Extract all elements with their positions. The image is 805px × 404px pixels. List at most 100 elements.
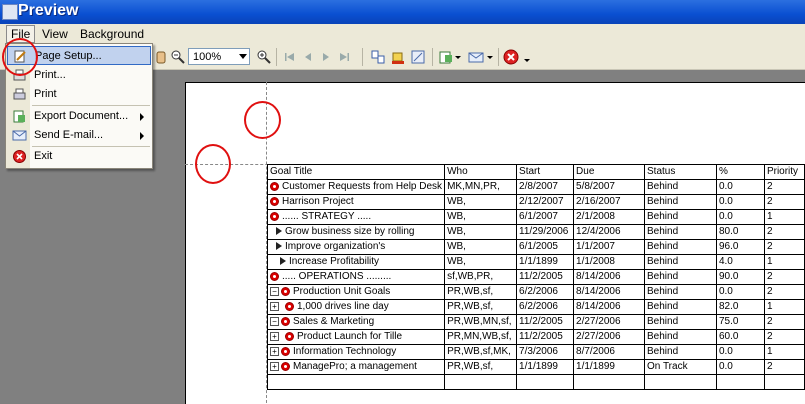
menu-item-label: Print — [34, 88, 57, 100]
toolbar-separator — [432, 48, 433, 66]
column-header: Start — [516, 164, 575, 180]
menu-item-print[interactable]: Print — [7, 85, 151, 104]
collapse-icon[interactable]: − — [270, 286, 279, 296]
subgoal-arrow-icon — [276, 242, 282, 251]
expand-icon[interactable]: + — [270, 331, 279, 341]
export-icon[interactable] — [438, 49, 454, 65]
title-bar: Preview — [0, 0, 805, 24]
table-row: Harrison Project WB, 2/12/2007 2/16/2007 Beh… — [266, 194, 805, 210]
zoom-out-icon[interactable] — [170, 49, 186, 65]
cell-start: 11/2/2005 — [516, 314, 575, 330]
cell-goal: ...... STRATEGY ..... — [266, 209, 446, 225]
menu-item-label: Export Document... — [34, 110, 129, 122]
cell-due: 8/14/2006 — [573, 299, 645, 315]
cell-who: WB, — [444, 254, 518, 270]
goal-status-icon — [270, 271, 279, 281]
cell-pct: 0.0 — [715, 344, 765, 360]
email-icon[interactable] — [468, 49, 484, 65]
table-row: − Production Unit Goals PR,WB,sf, 6/2/2006 8… — [266, 284, 805, 300]
email-dropdown-icon[interactable] — [486, 49, 494, 65]
cell-status: Behind — [644, 344, 717, 360]
cell-start: 6/1/2007 — [516, 209, 575, 225]
cell-due: 2/27/2006 — [573, 314, 645, 330]
column-header: Priority — [763, 164, 805, 180]
goal-title: Harrison Project — [282, 196, 354, 207]
cell-start: 11/2/2005 — [516, 329, 575, 345]
exit-icon — [13, 150, 26, 163]
expand-icon[interactable]: + — [270, 301, 279, 311]
goal-title: ..... OPERATIONS ......... — [282, 271, 392, 282]
cell-goal: + Information Technology — [266, 344, 446, 360]
email-icon — [12, 130, 27, 141]
expand-icon[interactable]: + — [270, 361, 279, 371]
column-header: Due — [573, 164, 645, 180]
table-row: − Sales & Marketing PR,WB,MN,sf, 11/2/2005 2… — [266, 314, 805, 330]
report-table: Goal Title Who Start Due Status % Priori… — [266, 164, 805, 390]
goal-title: Customer Requests from Help Desk — [282, 181, 443, 192]
last-page-icon[interactable] — [336, 49, 352, 65]
cell-pct — [715, 374, 765, 390]
menu-background[interactable]: Background — [80, 27, 144, 41]
goal-status-icon — [281, 361, 290, 371]
cell-due: 1/1/2008 — [573, 254, 645, 270]
table-row: + Product Launch for Tille PR,MN,WB,sf, 11/… — [266, 329, 805, 345]
goal-title: Improve organization's — [285, 241, 386, 252]
export-dropdown-icon[interactable] — [454, 49, 462, 65]
cell-who: WB, — [444, 224, 518, 240]
goal-title: Product Launch for Tille — [297, 331, 403, 342]
previous-page-icon[interactable] — [300, 49, 316, 65]
cell-status: On Track — [644, 359, 717, 375]
cell-status — [644, 374, 717, 390]
cell-goal: Increase Profitability — [266, 254, 446, 270]
cell-start: 11/2/2005 — [516, 269, 575, 285]
cell-goal — [266, 374, 446, 390]
collapse-icon[interactable]: − — [270, 316, 279, 326]
hand-tool-icon[interactable] — [153, 49, 169, 65]
expand-icon[interactable]: + — [270, 346, 279, 356]
menu-item-exit[interactable]: Exit — [7, 147, 151, 166]
cell-who: WB, — [444, 194, 518, 210]
cell-priority: 1 — [763, 299, 805, 315]
menu-view[interactable]: View — [42, 27, 68, 41]
cell-goal: ..... OPERATIONS ......... — [266, 269, 446, 285]
cell-who: PR,WB,sf, — [444, 359, 518, 375]
zoom-select[interactable]: 100% — [188, 48, 250, 65]
cell-start: 6/2/2006 — [516, 284, 575, 300]
goal-title: Information Technology — [293, 346, 397, 357]
cell-goal: Harrison Project — [266, 194, 446, 210]
toolbar-overflow-icon[interactable] — [523, 49, 531, 65]
cell-pct: 0.0 — [715, 209, 765, 225]
cell-who: PR,WB,sf, — [444, 284, 518, 300]
submenu-arrow-icon — [140, 113, 144, 121]
menu-item-send-email[interactable]: Send E-mail... — [7, 126, 151, 145]
cell-who: PR,WB,MN,sf, — [444, 314, 518, 330]
color-fill-icon[interactable] — [390, 49, 406, 65]
cell-due: 12/4/2006 — [573, 224, 645, 240]
table-row: +1,000 drives line day PR,WB,sf, 6/2/2006 8… — [266, 299, 805, 315]
first-page-icon[interactable] — [282, 49, 298, 65]
cell-status: Behind — [644, 224, 717, 240]
cell-priority — [763, 374, 805, 390]
cell-status: Behind — [644, 284, 717, 300]
watermark-icon[interactable] — [410, 49, 426, 65]
close-preview-icon[interactable] — [503, 49, 519, 65]
table-header-row: Goal Title Who Start Due Status % Priori… — [266, 164, 805, 180]
cell-priority: 1 — [763, 209, 805, 225]
multi-page-icon[interactable] — [370, 49, 386, 65]
table-row: + Information Technology PR,WB,sf,MK, 7/3/2… — [266, 344, 805, 360]
cell-priority: 2 — [763, 314, 805, 330]
goal-title: Sales & Marketing — [293, 316, 375, 327]
cell-pct: 80.0 — [715, 224, 765, 240]
cell-priority: 2 — [763, 179, 805, 195]
cell-goal: Improve organization's — [266, 239, 446, 255]
cell-start: 6/1/2005 — [516, 239, 575, 255]
zoom-value: 100% — [193, 51, 222, 63]
next-page-icon[interactable] — [318, 49, 334, 65]
cell-due: 8/14/2006 — [573, 284, 645, 300]
menu-item-export-document[interactable]: Export Document... — [7, 107, 151, 126]
cell-start: 7/3/2006 — [516, 344, 575, 360]
zoom-in-icon[interactable] — [256, 49, 272, 65]
cell-pct: 75.0 — [715, 314, 765, 330]
annotation-circle — [2, 38, 38, 76]
cell-start: 2/8/2007 — [516, 179, 575, 195]
